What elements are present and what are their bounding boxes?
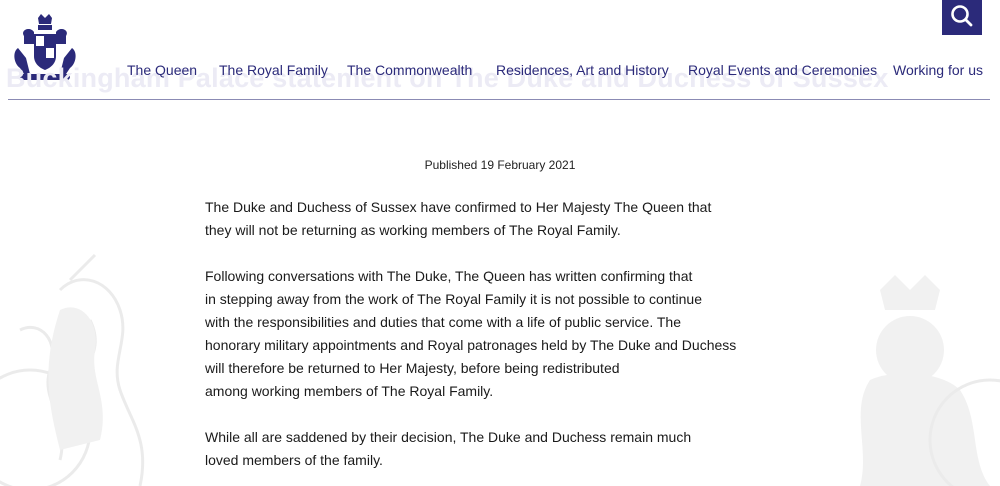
paragraph-line: with the responsibilities and duties tha…: [205, 314, 681, 330]
main-navigation: The Queen The Royal Family The Commonwea…: [0, 62, 1000, 82]
background-lion-crest-decoration: [860, 275, 1000, 486]
nav-item-working-for-us[interactable]: Working for us: [893, 62, 983, 78]
article-paragraph-2: Following conversations with The Duke, T…: [205, 265, 805, 403]
paragraph-line: loved members of the family.: [205, 452, 383, 468]
nav-item-residences-art-and-history[interactable]: Residences, Art and History: [496, 62, 669, 78]
nav-item-royal-events-and-ceremonies[interactable]: Royal Events and Ceremonies: [688, 62, 877, 78]
background-unicorn-crest-decoration: [0, 253, 145, 486]
nav-item-the-royal-family[interactable]: The Royal Family: [219, 62, 328, 78]
site-header: Buckingham Palace statement on The Duke …: [0, 0, 1000, 100]
paragraph-line: will therefore be returned to Her Majest…: [205, 360, 620, 376]
paragraph-line: While all are saddened by their decision…: [205, 429, 692, 445]
paragraph-line: they will not be returning as working me…: [205, 222, 621, 238]
paragraph-line: The Duke and Duchess of Sussex have conf…: [205, 199, 712, 215]
published-date: Published 19 February 2021: [424, 158, 576, 172]
header-divider: [8, 99, 990, 100]
paragraph-line: among working members of The Royal Famil…: [205, 383, 494, 399]
search-button[interactable]: [942, 0, 982, 35]
article-paragraph-1: The Duke and Duchess of Sussex have conf…: [205, 196, 805, 242]
paragraph-line: Following conversations with The Duke, T…: [205, 268, 693, 284]
paragraph-line: in stepping away from the work of The Ro…: [205, 291, 702, 307]
nav-item-the-commonwealth[interactable]: The Commonwealth: [347, 62, 472, 78]
nav-item-the-queen[interactable]: The Queen: [127, 62, 197, 78]
article-paragraph-3: While all are saddened by their decision…: [205, 426, 805, 472]
paragraph-line: honorary military appointments and Royal…: [205, 337, 737, 353]
search-icon: [951, 5, 973, 27]
